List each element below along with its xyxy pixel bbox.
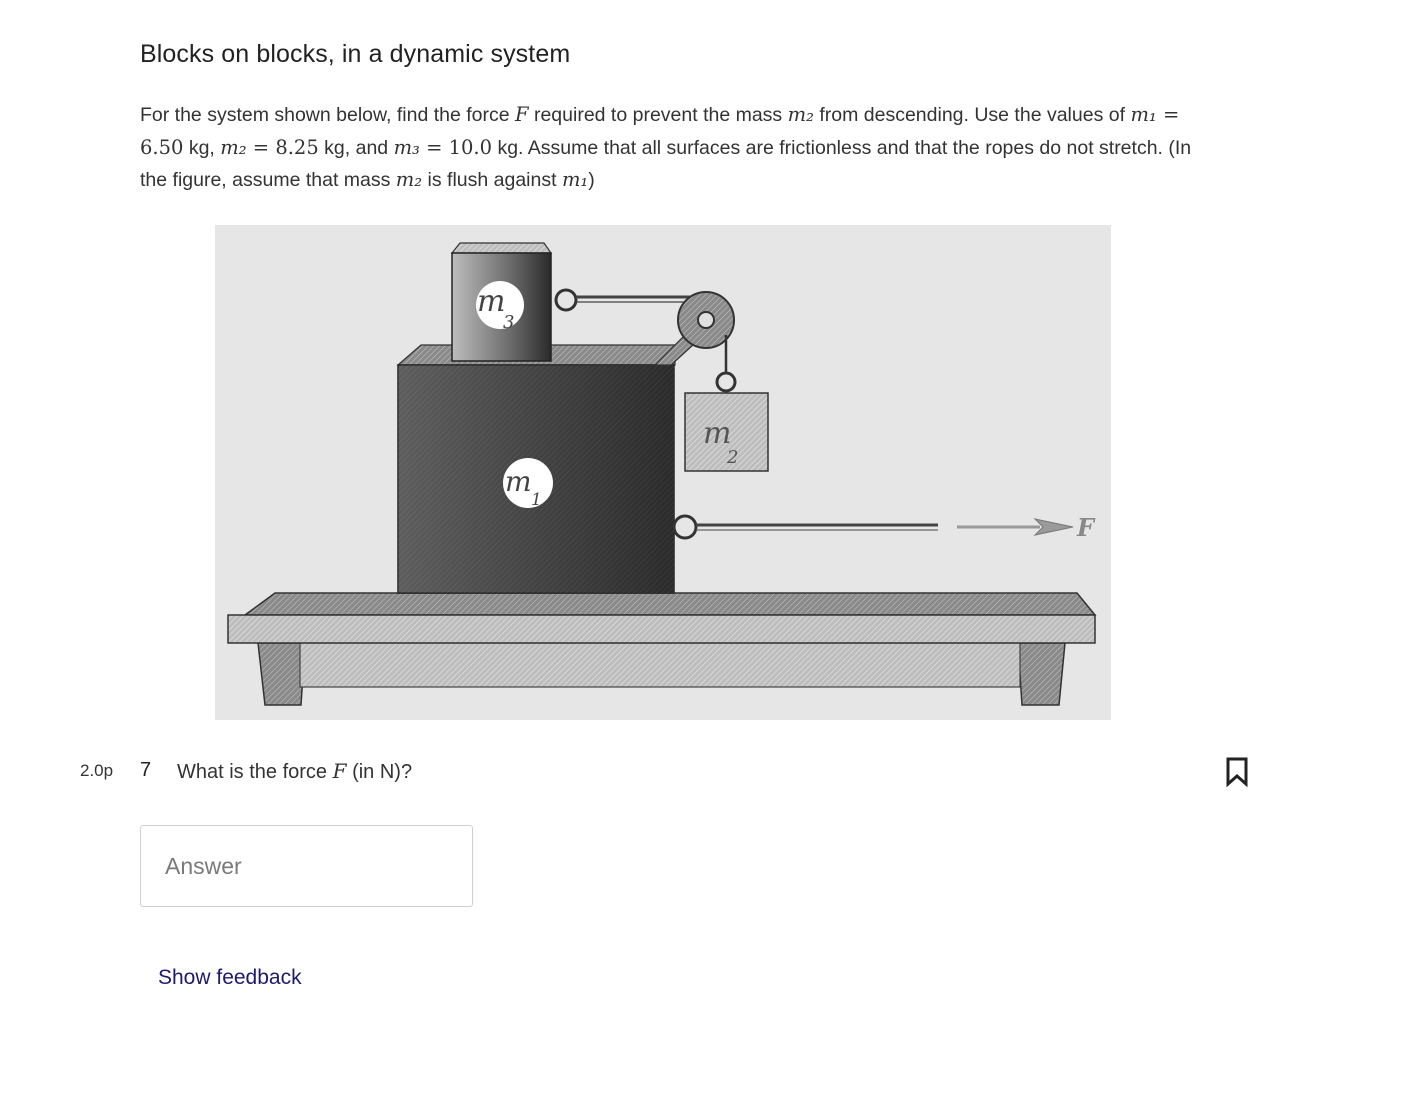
- table-leg-left: [257, 642, 306, 706]
- block-m3-top: [450, 242, 553, 254]
- label-m2-subscript: 2: [726, 447, 738, 468]
- desc-text: kg,: [183, 136, 221, 159]
- mass2-symbol: m₂: [220, 135, 247, 159]
- question-text-end: (in N)?: [346, 761, 413, 783]
- mass1-symbol: m₁: [1130, 103, 1157, 126]
- rope-ring-f: [672, 514, 698, 540]
- mass1-symbol: m₁: [561, 168, 589, 191]
- label-m2: m: [703, 416, 731, 451]
- desc-text: For the system shown below, find the for…: [140, 104, 516, 126]
- mass2-symbol: m₂: [395, 168, 423, 191]
- blocks-diagram: m 3 m 1 m 2 F: [227, 242, 1097, 706]
- show-feedback-link[interactable]: Show feedback: [158, 966, 302, 990]
- question-number: 7: [140, 759, 152, 781]
- label-m3: m: [477, 284, 505, 319]
- mass2-symbol: m₂: [787, 103, 814, 126]
- desc-text: from descending. Use the values of: [813, 104, 1131, 126]
- label-m1: m: [505, 465, 532, 498]
- force-symbol: F: [515, 103, 529, 126]
- table-leg-right: [1017, 642, 1066, 706]
- physics-figure: m 3 m 1 m 2 F: [215, 225, 1111, 720]
- question-text-start: What is the force: [177, 761, 333, 783]
- pulley-axle: [697, 311, 715, 329]
- problem-description: For the system shown below, find the for…: [140, 99, 1200, 197]
- rope-ring-m2: [715, 371, 737, 393]
- desc-text: is flush against: [422, 169, 562, 191]
- mass2-value: = 8.25: [246, 135, 319, 159]
- answer-input[interactable]: [141, 826, 472, 906]
- question-points: 2.0p: [80, 761, 114, 780]
- force-symbol: F: [332, 759, 347, 783]
- table-apron: [299, 642, 1021, 688]
- mass3-symbol: m₃: [393, 135, 420, 159]
- table-edge: [227, 614, 1096, 644]
- page-title: Blocks on blocks, in a dynamic system: [140, 40, 571, 68]
- desc-text: ): [588, 169, 595, 191]
- label-force: F: [1076, 513, 1096, 542]
- force-arrow-head: [1033, 518, 1074, 536]
- bookmark-icon[interactable]: [1225, 757, 1249, 788]
- table-top: [242, 592, 1097, 616]
- answer-field-box[interactable]: [140, 825, 473, 907]
- rope-ring-m3: [554, 288, 578, 312]
- label-m3-subscript: 3: [503, 312, 514, 333]
- mass3-value: = 10.0: [419, 135, 493, 159]
- question-text: What is the force F (in N)?: [177, 759, 412, 784]
- desc-text: kg, and: [318, 136, 394, 159]
- desc-text: required to prevent the mass: [528, 104, 788, 126]
- label-m1-subscript: 1: [531, 490, 542, 510]
